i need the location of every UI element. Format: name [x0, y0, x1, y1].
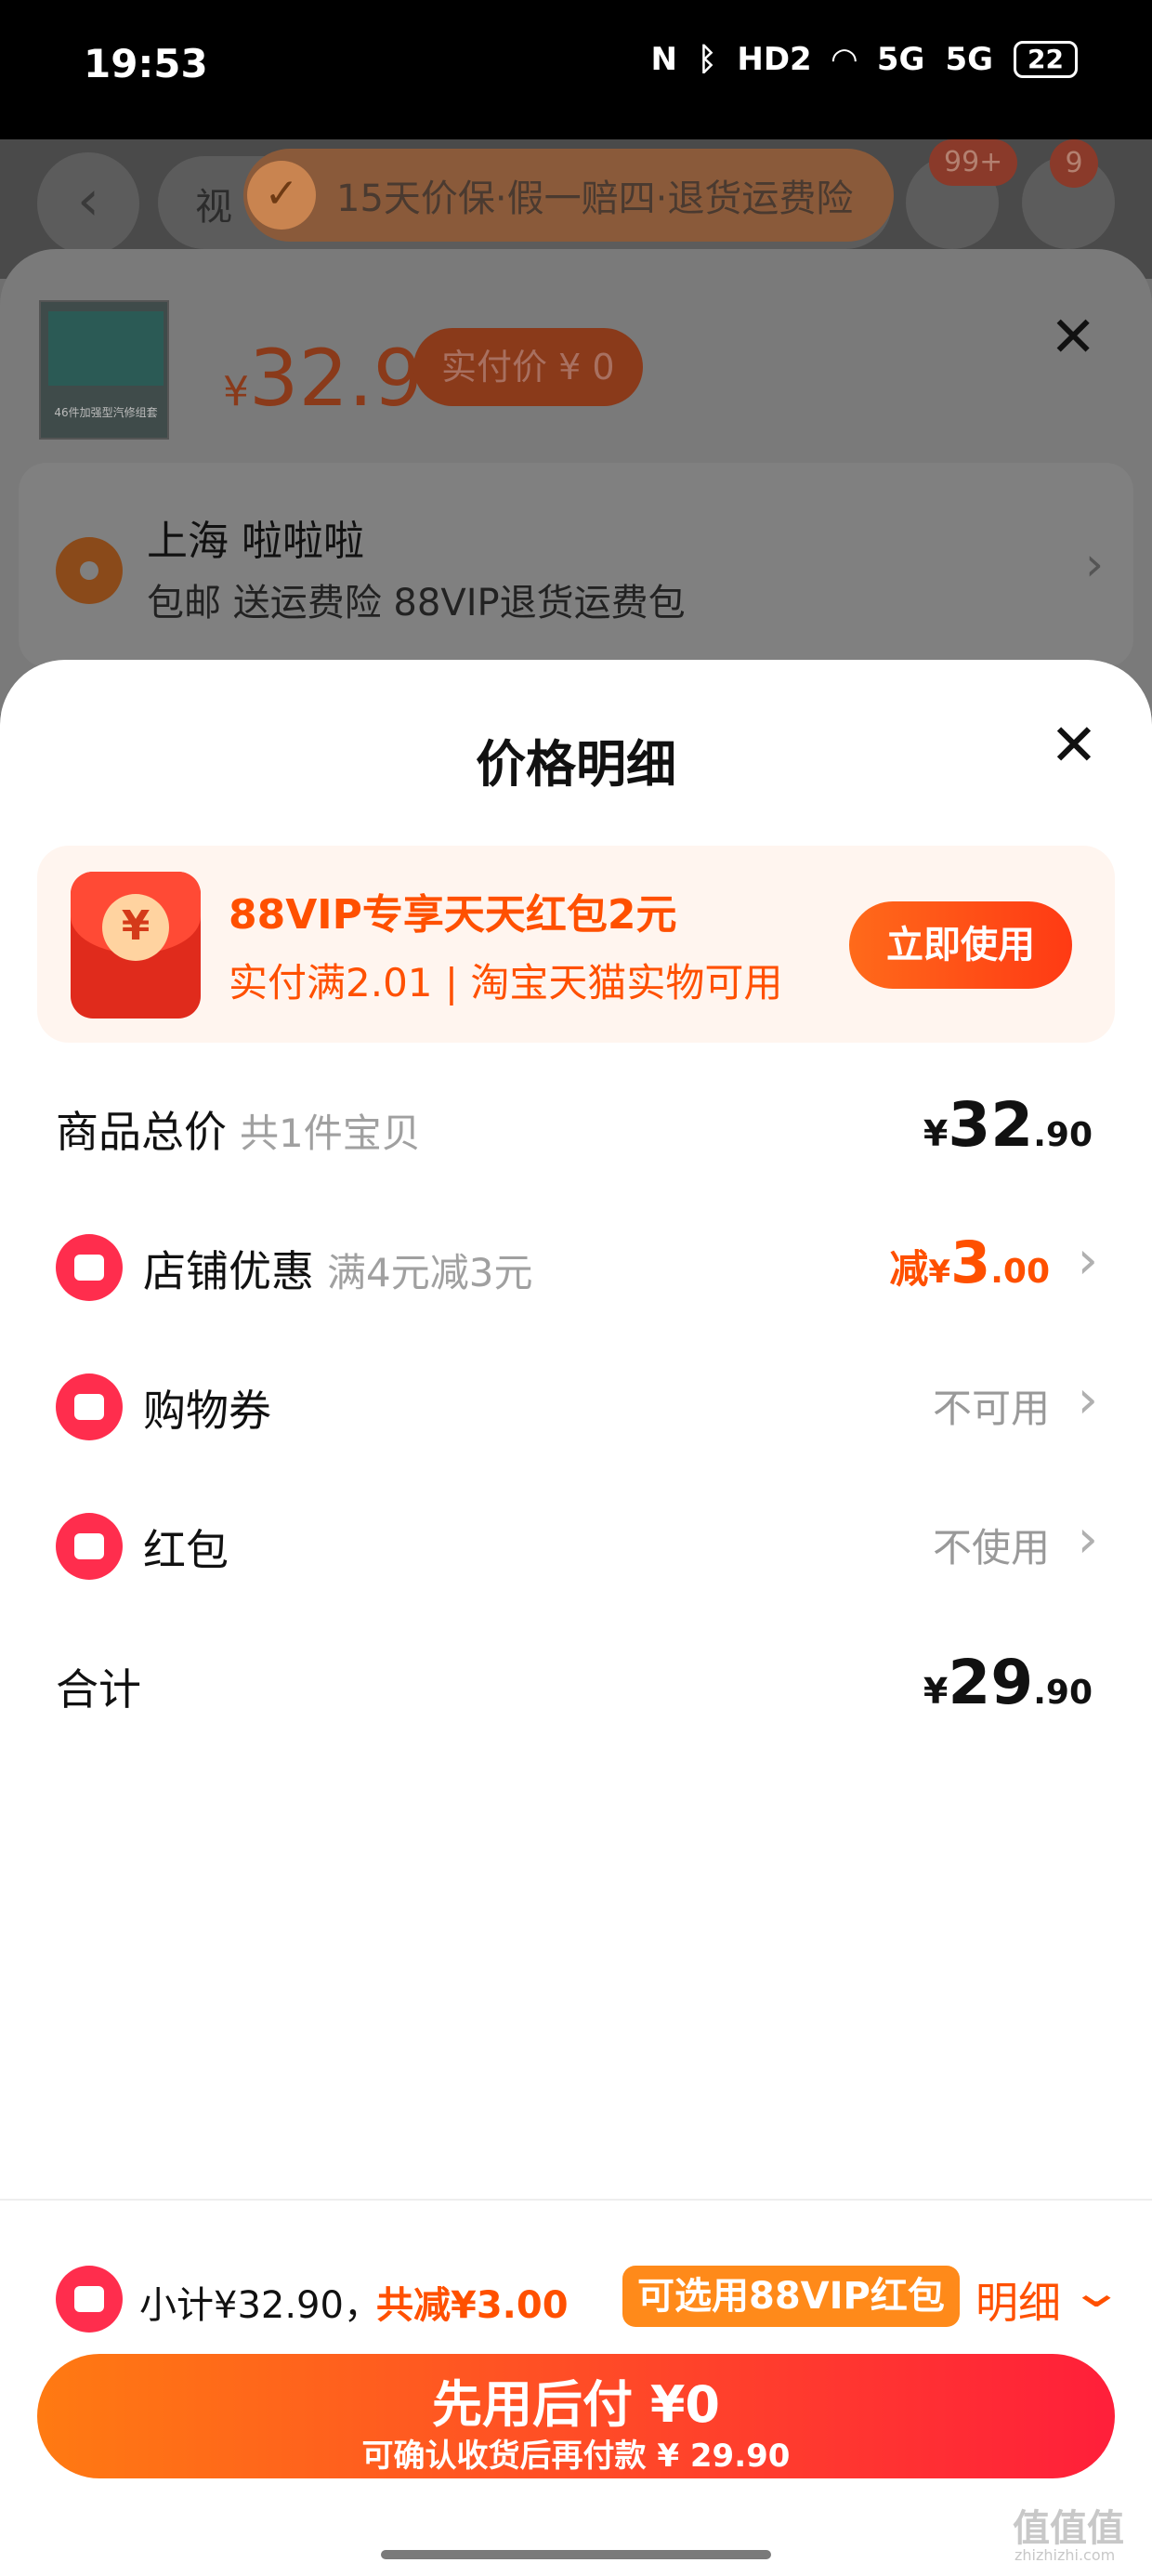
watermark-url: zhizhizhi.com	[1015, 2546, 1116, 2564]
shield-icon: ✓	[247, 161, 316, 230]
red-packet-label: 红包	[143, 1525, 229, 1575]
price-detail-sheet: 价格明细 ✕ ¥ 88VIP专享天天红包2元 实付满2.01 | 淘宝天猫实物可…	[0, 660, 1152, 2202]
detail-toggle[interactable]: 明细	[975, 2269, 1061, 2331]
item-count: 共1件宝贝	[240, 1111, 421, 1156]
sheet-title: 价格明细	[476, 735, 676, 794]
total-price-label: 商品总价 共1件宝贝	[56, 1098, 421, 1160]
coupon-status: 不可用	[932, 1386, 1050, 1431]
shop-discount-title: 店铺优惠	[143, 1246, 314, 1296]
chevron-down-icon[interactable]: ⌄	[1068, 2266, 1124, 2318]
signal-icon-2: 5G	[945, 41, 994, 78]
total-discount-text: 共减¥3.00	[376, 2284, 569, 2327]
ticket-icon	[56, 1373, 123, 1440]
pay-later-button[interactable]: 先用后付 ¥0 可确认收货后再付款 ¥ 29.90	[37, 2354, 1115, 2478]
vip-red-packet-badge[interactable]: 可选用88VIP红包	[622, 2266, 960, 2327]
cart-badge: 99+	[929, 139, 1018, 186]
amount-int: 29	[948, 1647, 1034, 1718]
back-icon[interactable]: ‹	[37, 152, 139, 255]
promo-title: 88VIP专享天天红包2元	[229, 891, 677, 939]
status-time: 19:53	[84, 41, 208, 86]
shop-discount-amount: 减¥3.00	[889, 1229, 1050, 1296]
ticket-icon	[56, 2266, 123, 2333]
amount-int: 3	[950, 1229, 991, 1296]
total-price-amount: ¥32.90	[923, 1089, 1093, 1161]
amount-int: 32	[948, 1089, 1034, 1161]
home-indicator[interactable]	[381, 2550, 771, 2559]
search-text: 视	[195, 186, 232, 229]
chevron-right-icon: ›	[1077, 1509, 1098, 1570]
total-price-title: 商品总价	[56, 1107, 227, 1157]
address-desc: 包邮 送运费险 88VIP退货运费包	[147, 582, 686, 624]
address-name: 上海 啦啦啦	[147, 518, 364, 565]
watermark: 值值值	[1013, 2507, 1124, 2550]
red-packet-icon: ¥	[71, 872, 201, 1019]
close-icon[interactable]: ✕	[1050, 305, 1096, 370]
currency: ¥	[923, 1671, 949, 1712]
bluetooth-icon: ᛒ	[697, 41, 717, 78]
sum-label: 合计	[56, 1664, 141, 1715]
chevron-right-icon: ›	[1085, 537, 1104, 591]
red-packet-small-icon	[56, 1513, 123, 1580]
amount-dec: .90	[1033, 1674, 1093, 1712]
discount-prefix: 减	[889, 1246, 929, 1292]
vip-red-packet-card: ¥ 88VIP专享天天红包2元 实付满2.01 | 淘宝天猫实物可用 立即使用	[37, 846, 1115, 1043]
product-image	[48, 311, 164, 386]
chevron-right-icon: ›	[1077, 1370, 1098, 1430]
product-thumbnail: 46件加强型汽修组套	[39, 300, 169, 440]
chevron-right-icon: ›	[1077, 1230, 1098, 1291]
currency: ¥	[923, 1113, 949, 1154]
hd-icon: HD2	[737, 41, 812, 78]
sum-amount: ¥29.90	[923, 1647, 1093, 1718]
sku-price-value: 32.9	[249, 333, 424, 424]
signal-icon-1: 5G	[876, 41, 925, 78]
coupon-row[interactable]: 购物券 不可用 ›	[0, 1347, 1152, 1459]
address-card[interactable]: 上海 啦啦啦 包邮 送运费险 88VIP退货运费包 ›	[19, 463, 1133, 667]
sku-panel: 46件加强型汽修组套 ¥32.9 实付价 ¥ 0 ✕ 上海 啦啦啦 包邮 送运费…	[0, 249, 1152, 714]
status-bar: 19:53 N ᛒ HD2 ◠ 5G 5G 22	[0, 0, 1152, 139]
guarantee-banner: ✓ 15天价保·假一赔四·退货运费险	[243, 149, 894, 242]
nfc-icon: N	[650, 41, 677, 78]
close-icon[interactable]: ✕	[1050, 711, 1098, 779]
actual-price-tag: 实付价 ¥ 0	[413, 328, 643, 406]
more-badge: 9	[1050, 139, 1098, 188]
amount-dec: .00	[990, 1253, 1050, 1291]
sku-price: ¥32.9	[223, 333, 423, 424]
use-now-button[interactable]: 立即使用	[849, 901, 1072, 989]
coupon-label: 购物券	[143, 1386, 271, 1436]
total-price-row: 商品总价 共1件宝贝 ¥32.90	[0, 1069, 1152, 1180]
wifi-icon: ◠	[831, 41, 857, 78]
red-packet-status: 不使用	[932, 1525, 1050, 1571]
guarantee-text: 15天价保·假一赔四·退货运费险	[336, 177, 854, 220]
sum-row: 合计 ¥29.90	[0, 1626, 1152, 1738]
shop-icon	[56, 1234, 123, 1301]
promo-subtitle: 实付满2.01 | 淘宝天猫实物可用	[229, 960, 783, 1005]
status-icons: N ᛒ HD2 ◠ 5G 5G 22	[650, 41, 1078, 78]
currency: ¥	[928, 1254, 951, 1291]
red-packet-row[interactable]: 红包 不使用 ›	[0, 1487, 1152, 1598]
checkout-bar: 小计¥32.90， 共减¥3.00 可选用88VIP红包 明细 ⌄ 先用后付 ¥…	[0, 2199, 1152, 2576]
product-thumbnail-caption: 46件加强型汽修组套	[54, 406, 158, 419]
shop-discount-row[interactable]: 店铺优惠 满4元减3元 减¥3.00 ›	[0, 1208, 1152, 1320]
yuan-coin-icon: ¥	[102, 894, 169, 961]
battery-icon: 22	[1014, 41, 1078, 78]
shop-discount-label: 店铺优惠 满4元减3元	[143, 1238, 532, 1299]
pay-button-sub-label: 可确认收货后再付款 ¥ 29.90	[361, 2438, 791, 2475]
subtotal-text: 小计¥32.90，	[139, 2284, 381, 2327]
location-pin-icon	[56, 537, 123, 604]
shop-discount-rule: 满4元减3元	[327, 1250, 533, 1295]
amount-dec: .90	[1033, 1116, 1093, 1154]
pay-button-main-label: 先用后付 ¥0	[432, 2375, 720, 2434]
sku-price-currency: ¥	[223, 368, 249, 415]
